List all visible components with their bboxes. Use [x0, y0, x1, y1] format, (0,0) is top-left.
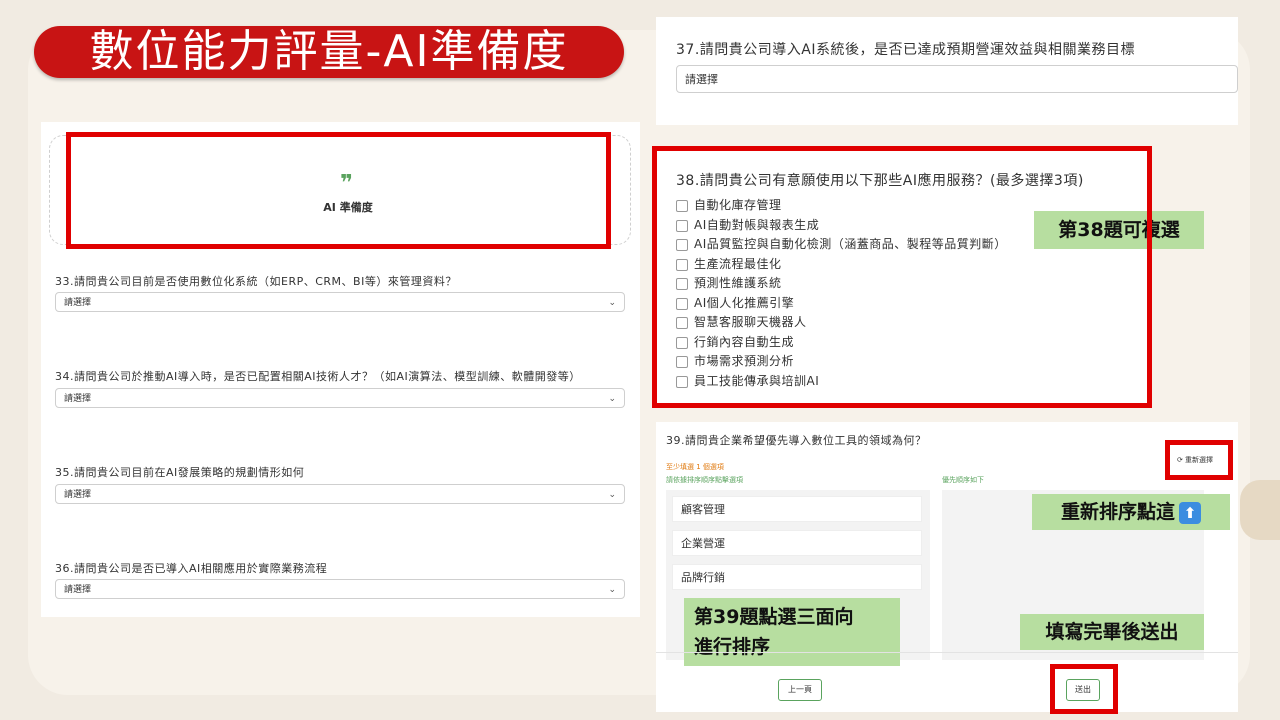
- question-33-select[interactable]: 請選擇 ⌄: [55, 292, 625, 312]
- highlight-box-section-title: [66, 132, 611, 249]
- list-item[interactable]: 企業營運: [672, 530, 922, 556]
- left-form-card: ❞ AI 準備度 33.請問貴公司目前是否使用數位化系統（如ERP、CRM、BI…: [41, 122, 640, 617]
- left-list-hint: 請依據排序順序點擊選項: [666, 476, 743, 484]
- divider: [656, 652, 1238, 653]
- chevron-down-icon: ⌄: [608, 394, 616, 404]
- select-value: 請選擇: [64, 490, 92, 500]
- select-value: 請選擇: [64, 394, 92, 404]
- highlight-box-submit: [1050, 664, 1118, 714]
- chevron-down-icon: ⌄: [608, 585, 616, 595]
- page-title-banner: 數位能力評量-AI準備度: [34, 26, 624, 78]
- question-33-label: 33.請問貴公司目前是否使用數位化系統（如ERP、CRM、BI等）來管理資料？: [55, 275, 457, 288]
- question-36-label: 36.請問貴公司是否已導入AI相關應用於實際業務流程: [55, 562, 328, 575]
- question-35-select[interactable]: 請選擇 ⌄: [55, 484, 625, 504]
- question-35-label: 35.請問貴公司目前在AI發展策略的規劃情形如何: [55, 466, 305, 479]
- previous-page-button[interactable]: 上一頁: [778, 679, 822, 701]
- note-order: 第39題點選三面向 進行排序: [684, 598, 900, 666]
- note-reset: 重新排序點這 ⬆: [1032, 494, 1230, 530]
- question-39-label: 39.請問貴企業希望優先導入數位工具的領域為何？: [666, 434, 927, 447]
- question-34-label: 34.請問貴公司於推動AI導入時，是否已配置相關AI技術人才？（如AI演算法、模…: [55, 370, 581, 383]
- question-36-select[interactable]: 請選擇 ⌄: [55, 579, 625, 599]
- question-39-card: 39.請問貴企業希望優先導入數位工具的領域為何？ 至少填選 1 個選項 請依據排…: [656, 422, 1238, 712]
- background-decoration: [1240, 480, 1280, 540]
- select-value: 請選擇: [685, 73, 718, 86]
- note-submit: 填寫完畢後送出: [1020, 614, 1204, 650]
- question-37-label: 37.請問貴公司導入AI系統後，是否已達成預期營運效益與相關業務目標: [676, 42, 1135, 58]
- highlight-box-reset: [1165, 440, 1233, 480]
- chevron-down-icon: ⌄: [608, 490, 616, 500]
- question-34-select[interactable]: 請選擇 ⌄: [55, 388, 625, 408]
- question-37-select[interactable]: 請選擇: [676, 65, 1238, 93]
- highlight-box-question-38: [652, 146, 1152, 408]
- chevron-down-icon: ⌄: [608, 298, 616, 308]
- question-37-card: 37.請問貴公司導入AI系統後，是否已達成預期營運效益與相關業務目標 請選擇: [656, 17, 1238, 125]
- select-value: 請選擇: [64, 585, 92, 595]
- min-select-note: 至少填選 1 個選項: [666, 463, 724, 471]
- right-list-hint: 優先順序如下: [942, 476, 984, 484]
- list-item[interactable]: 顧客管理: [672, 496, 922, 522]
- select-value: 請選擇: [64, 298, 92, 308]
- list-item[interactable]: 品牌行銷: [672, 564, 922, 590]
- arrow-up-icon: ⬆: [1179, 501, 1201, 524]
